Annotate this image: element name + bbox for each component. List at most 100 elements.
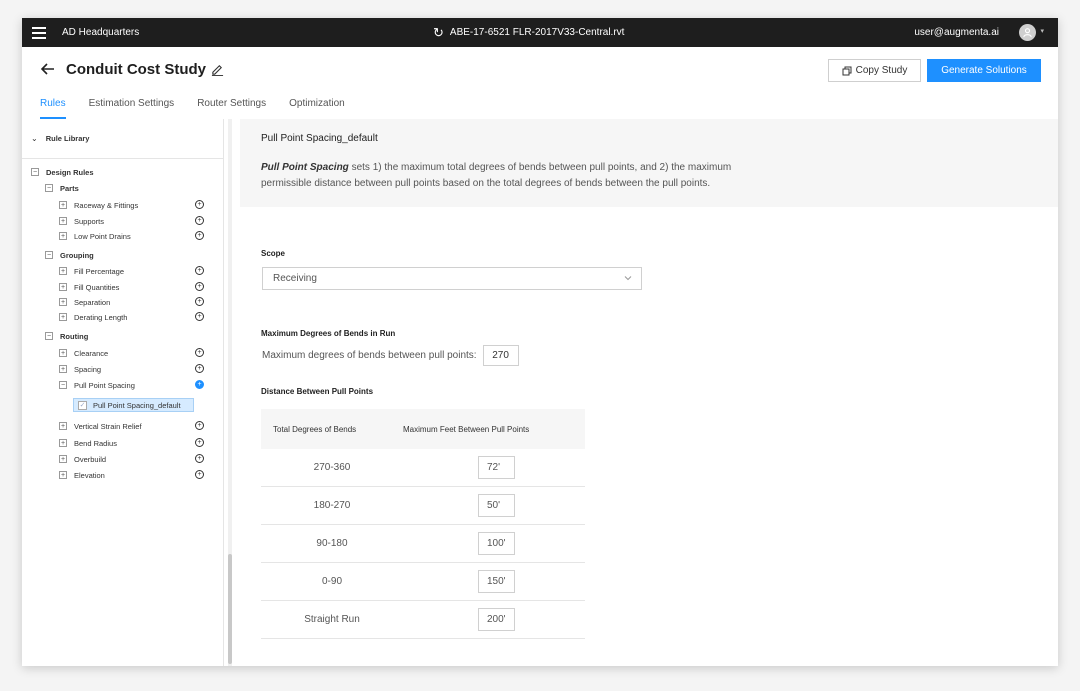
tree-item-fill-quantities[interactable]: + Fill Quantities xyxy=(59,281,119,293)
expand-icon[interactable]: + xyxy=(59,439,67,447)
tree-node-design-rules[interactable]: − Design Rules xyxy=(31,166,94,178)
add-rule-icon[interactable]: + xyxy=(195,312,204,321)
generate-solutions-button[interactable]: Generate Solutions xyxy=(927,59,1041,82)
item-label: Separation xyxy=(74,297,111,307)
collapse-icon[interactable]: − xyxy=(59,381,67,389)
add-rule-icon[interactable]: + xyxy=(195,438,204,447)
edit-icon[interactable] xyxy=(211,63,224,76)
add-rule-icon[interactable]: + xyxy=(195,348,204,357)
collapse-icon[interactable]: − xyxy=(45,332,53,340)
chevron-down-icon[interactable]: ▾ xyxy=(1040,27,1044,35)
expand-icon[interactable]: + xyxy=(59,217,67,225)
item-label: Bend Radius xyxy=(74,438,117,448)
file-indicator: ↻ ABE-17-6521 FLR-2017V33-Central.rvt xyxy=(433,18,624,47)
tree-item-separation[interactable]: + Separation xyxy=(59,296,110,308)
max-bends-row: Maximum degrees of bends between pull po… xyxy=(262,345,519,366)
tree-item-elevation[interactable]: + Elevation xyxy=(59,469,105,481)
checkbox-icon[interactable]: ✓ xyxy=(78,400,87,410)
column-header: Maximum Feet Between Pull Points xyxy=(403,424,530,434)
expand-icon[interactable]: + xyxy=(59,455,67,463)
collapse-icon[interactable]: − xyxy=(45,251,53,259)
tree-item-supports[interactable]: + Supports xyxy=(59,215,104,227)
tree-item-clearance[interactable]: + Clearance xyxy=(59,347,108,359)
item-label: Low Point Drains xyxy=(74,231,131,241)
chevron-down-icon: ⌄ xyxy=(31,134,38,143)
tree-item-raceway-fittings[interactable]: + Raceway & Fittings xyxy=(59,199,138,211)
tree-item-spacing[interactable]: + Spacing xyxy=(59,363,101,375)
page-title: Conduit Cost Study xyxy=(66,61,206,78)
tree-item-vertical-strain-relief[interactable]: + Vertical Strain Relief xyxy=(59,420,142,432)
expand-icon[interactable]: + xyxy=(59,349,67,357)
tree-node-grouping[interactable]: − Grouping xyxy=(45,249,94,261)
tab-router-settings[interactable]: Router Settings xyxy=(197,98,266,119)
tree-item-derating-length[interactable]: + Derating Length xyxy=(59,311,127,323)
max-bends-input[interactable]: 270 xyxy=(482,345,519,366)
tree-item-low-point-drains[interactable]: + Low Point Drains xyxy=(59,230,131,242)
feet-input[interactable]: 72' xyxy=(478,456,515,479)
table-row: 180-270 50' xyxy=(261,487,585,525)
add-rule-icon[interactable]: + xyxy=(195,266,204,275)
group-label: Parts xyxy=(60,183,79,193)
back-arrow-icon[interactable] xyxy=(40,61,56,77)
distance-label: Distance Between Pull Points xyxy=(261,387,374,396)
add-rule-icon[interactable]: + xyxy=(195,231,204,240)
scope-select[interactable]: Receiving xyxy=(262,267,642,290)
expand-icon[interactable]: + xyxy=(59,422,67,430)
degrees-cell: 90-180 xyxy=(316,538,348,549)
table-row: 270-360 72' xyxy=(261,449,585,487)
feet-input[interactable]: 200' xyxy=(478,608,515,631)
expand-icon[interactable]: + xyxy=(59,201,67,209)
add-rule-icon[interactable]: + xyxy=(195,216,204,225)
sidebar-scrollbar-thumb[interactable] xyxy=(228,554,232,664)
refresh-icon[interactable]: ↻ xyxy=(433,26,444,39)
expand-icon[interactable]: + xyxy=(59,232,67,240)
expand-icon[interactable]: + xyxy=(59,267,67,275)
add-rule-icon[interactable]: + xyxy=(195,200,204,209)
tree-item-bend-radius[interactable]: + Bend Radius xyxy=(59,437,117,449)
tree-node-parts[interactable]: − Parts xyxy=(45,182,79,194)
add-rule-icon[interactable]: + xyxy=(195,364,204,373)
expand-icon[interactable]: + xyxy=(59,313,67,321)
page-header: Conduit Cost Study Copy Study Generate S… xyxy=(22,47,1058,119)
tree-item-selected[interactable]: ✓ Pull Point Spacing_default xyxy=(73,398,194,412)
add-rule-icon[interactable]: + xyxy=(195,421,204,430)
top-bar: AD Headquarters ↻ ABE-17-6521 FLR-2017V3… xyxy=(22,18,1058,47)
table-header: Total Degrees of Bends Maximum Feet Betw… xyxy=(261,409,585,449)
item-label: Elevation xyxy=(74,470,105,480)
copy-study-button[interactable]: Copy Study xyxy=(828,59,921,82)
add-rule-icon[interactable]: + xyxy=(195,454,204,463)
add-rule-icon[interactable]: + xyxy=(195,282,204,291)
copy-study-label: Copy Study xyxy=(855,65,908,76)
scope-value: Receiving xyxy=(273,273,317,284)
rule-library-header[interactable]: ⌄ Rule Library xyxy=(22,119,223,159)
group-label: Routing xyxy=(60,331,89,341)
rule-description: Pull Point Spacing sets 1) the maximum t… xyxy=(261,160,781,192)
tab-optimization[interactable]: Optimization xyxy=(289,98,345,119)
feet-input[interactable]: 100' xyxy=(478,532,515,555)
add-rule-icon[interactable]: + xyxy=(195,380,204,389)
expand-icon[interactable]: + xyxy=(59,283,67,291)
feet-input[interactable]: 50' xyxy=(478,494,515,517)
tree-item-pull-point-spacing[interactable]: − Pull Point Spacing xyxy=(59,379,135,391)
add-rule-icon[interactable]: + xyxy=(195,297,204,306)
item-label: Raceway & Fittings xyxy=(74,200,139,210)
collapse-icon[interactable]: − xyxy=(31,168,39,176)
collapse-icon[interactable]: − xyxy=(45,184,53,192)
feet-input[interactable]: 150' xyxy=(478,570,515,593)
user-email: user@augmenta.ai xyxy=(914,27,999,38)
expand-icon[interactable]: + xyxy=(59,471,67,479)
avatar[interactable] xyxy=(1019,24,1036,41)
expand-icon[interactable]: + xyxy=(59,365,67,373)
rule-library-label: Rule Library xyxy=(45,134,90,143)
tree-item-fill-percentage[interactable]: + Fill Percentage xyxy=(59,265,124,277)
tree-node-routing[interactable]: − Routing xyxy=(45,330,88,342)
tree-item-overbuild[interactable]: + Overbuild xyxy=(59,453,106,465)
menu-icon[interactable] xyxy=(32,26,46,39)
add-rule-icon[interactable]: + xyxy=(195,470,204,479)
tab-estimation-settings[interactable]: Estimation Settings xyxy=(89,98,175,119)
tab-rules[interactable]: Rules xyxy=(40,98,66,119)
workspace-name: AD Headquarters xyxy=(62,27,140,38)
item-label: Pull Point Spacing xyxy=(74,380,135,390)
item-label: Supports xyxy=(74,216,105,226)
expand-icon[interactable]: + xyxy=(59,298,67,306)
